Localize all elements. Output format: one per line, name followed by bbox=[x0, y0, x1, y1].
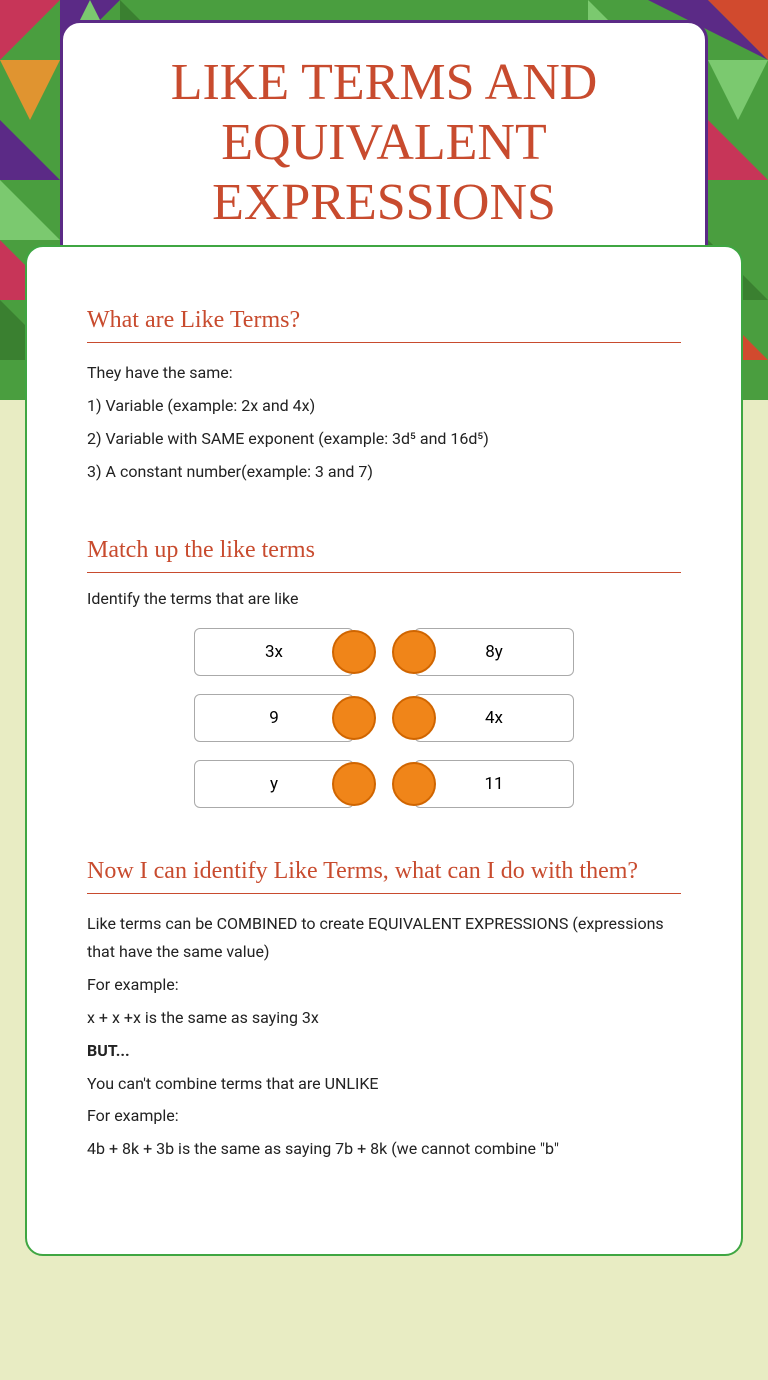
text-line: For example: bbox=[87, 1102, 681, 1131]
match-connector-dot[interactable] bbox=[332, 696, 376, 740]
match-box-label: 9 bbox=[194, 694, 354, 742]
section-subtitle: Identify the terms that are like bbox=[87, 589, 681, 608]
text-line: 4b + 8k + 3b is the same as saying 7b + … bbox=[87, 1135, 681, 1164]
match-connector-dot[interactable] bbox=[332, 630, 376, 674]
match-item[interactable]: 8y bbox=[414, 628, 574, 676]
match-grid: 3x 9 y 8y 4x bbox=[87, 628, 681, 808]
match-connector-dot[interactable] bbox=[392, 696, 436, 740]
section-heading: What are Like Terms? bbox=[87, 307, 681, 343]
text-line: 3) A constant number(example: 3 and 7) bbox=[87, 458, 681, 487]
content-card: What are Like Terms? They have the same:… bbox=[25, 245, 743, 1256]
match-item[interactable]: 3x bbox=[194, 628, 354, 676]
match-column-left: 3x 9 y bbox=[194, 628, 354, 808]
match-item[interactable]: 4x bbox=[414, 694, 574, 742]
text-line: They have the same: bbox=[87, 359, 681, 388]
text-line: For example: bbox=[87, 971, 681, 1000]
text-line: You can't combine terms that are UNLIKE bbox=[87, 1070, 681, 1099]
match-item[interactable]: y bbox=[194, 760, 354, 808]
match-connector-dot[interactable] bbox=[332, 762, 376, 806]
match-box-label: y bbox=[194, 760, 354, 808]
match-column-right: 8y 4x 11 bbox=[414, 628, 574, 808]
text-line: Like terms can be COMBINED to create EQU… bbox=[87, 910, 681, 968]
match-box-label: 3x bbox=[194, 628, 354, 676]
text-line: BUT... bbox=[87, 1037, 681, 1066]
match-box-label: 8y bbox=[414, 628, 574, 676]
match-item[interactable]: 11 bbox=[414, 760, 574, 808]
section-body: Like terms can be COMBINED to create EQU… bbox=[87, 910, 681, 1164]
section-heading: Match up the like terms bbox=[87, 537, 681, 573]
text-line: 1) Variable (example: 2x and 4x) bbox=[87, 392, 681, 421]
text-line: 2) Variable with SAME exponent (example:… bbox=[87, 425, 681, 454]
section-match-like-terms: Match up the like terms Identify the ter… bbox=[87, 537, 681, 808]
section-heading: Now I can identify Like Terms, what can … bbox=[87, 858, 681, 894]
text-line: x + x +x is the same as saying 3x bbox=[87, 1004, 681, 1033]
section-body: They have the same: 1) Variable (example… bbox=[87, 359, 681, 486]
match-box-label: 4x bbox=[414, 694, 574, 742]
match-item[interactable]: 9 bbox=[194, 694, 354, 742]
match-box-label: 11 bbox=[414, 760, 574, 808]
match-connector-dot[interactable] bbox=[392, 762, 436, 806]
page-title: LIKE TERMS AND EQUIVALENT EXPRESSIONS bbox=[93, 53, 675, 232]
section-what-can-i-do: Now I can identify Like Terms, what can … bbox=[87, 858, 681, 1164]
match-connector-dot[interactable] bbox=[392, 630, 436, 674]
section-what-are-like-terms: What are Like Terms? They have the same:… bbox=[87, 307, 681, 486]
